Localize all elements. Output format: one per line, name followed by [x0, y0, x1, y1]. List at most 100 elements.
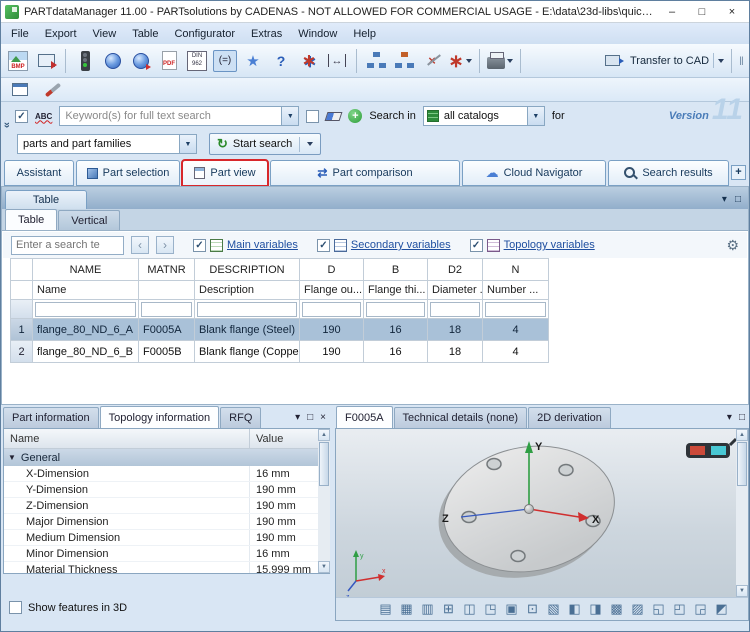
menu-item[interactable]: Configurator — [166, 23, 243, 44]
group-row-general[interactable]: ▼ General — [4, 449, 329, 466]
print-3d-button[interactable] — [487, 48, 513, 74]
main-variables-checkbox[interactable]: ✓ — [193, 239, 206, 252]
viewer-tool-icon[interactable]: ▩ — [607, 600, 626, 619]
start-search-button[interactable]: ↻ Start search — [209, 133, 321, 155]
panel-menu-icon[interactable]: ▾ — [295, 412, 300, 423]
panel-close-icon[interactable]: × — [320, 412, 326, 423]
menu-item[interactable]: Help — [345, 23, 384, 44]
topology-row[interactable]: X-Dimension 16 mm — [4, 466, 329, 482]
standards-button[interactable]: DIN 962 — [185, 48, 209, 74]
status-traffic-light-button[interactable] — [73, 48, 97, 74]
cell-d[interactable]: 190 — [300, 341, 364, 363]
add-search-condition-button[interactable]: + — [348, 109, 362, 123]
column-header[interactable]: NAME — [33, 259, 139, 281]
menu-item[interactable]: Window — [290, 23, 345, 44]
column-header[interactable]: D2 — [428, 259, 483, 281]
cell-b[interactable]: 16 — [364, 319, 428, 341]
cell-d2[interactable]: 18 — [428, 341, 483, 363]
project-structure-button[interactable] — [364, 48, 388, 74]
topology-row[interactable]: Material Thickness 15.999 mm — [4, 562, 329, 573]
column-filter-input[interactable] — [35, 302, 136, 317]
help-button[interactable]: ? — [269, 48, 293, 74]
row-number-cell[interactable]: 2 — [11, 341, 33, 363]
topology-row[interactable]: Major Dimension 190 mm — [4, 514, 329, 530]
viewer-tool-icon[interactable]: ▧ — [544, 600, 563, 619]
menu-item[interactable]: Export — [37, 23, 85, 44]
scroll-down-icon[interactable]: ▼ — [318, 561, 330, 573]
show-features-checkbox[interactable] — [9, 601, 22, 614]
panel-maximize-icon[interactable]: □ — [307, 412, 313, 423]
viewer-tool-icon[interactable]: ◱ — [649, 600, 668, 619]
subtab-vertical[interactable]: Vertical — [58, 210, 120, 230]
tab-part-number[interactable]: F0005A — [336, 406, 393, 428]
topology-scrollbar[interactable]: ▲ ▼ — [318, 429, 330, 573]
tab-rfq[interactable]: RFQ — [220, 407, 261, 428]
catalog-dropdown-button[interactable]: ▼ — [527, 107, 544, 125]
column-header[interactable]: MATNR — [139, 259, 195, 281]
eraser-icon[interactable] — [325, 112, 343, 121]
viewer-tool-icon[interactable]: ◨ — [586, 600, 605, 619]
add-tab-button[interactable]: + — [731, 165, 746, 180]
search-scope-combo[interactable]: parts and part families ▼ — [17, 134, 197, 154]
viewer-tool-icon[interactable]: ▨ — [628, 600, 647, 619]
column-filter-input[interactable] — [485, 302, 546, 317]
viewer-tool-icon[interactable]: ⊡ — [523, 600, 542, 619]
viewer-tool-icon[interactable]: ▣ — [502, 600, 521, 619]
column-header[interactable]: DESCRIPTION — [195, 259, 300, 281]
viewer-tool-icon[interactable]: ◲ — [691, 600, 710, 619]
tab-part-comparison[interactable]: ⇄ Part comparison — [270, 160, 460, 186]
viewport-3d[interactable]: Y X Z — [336, 429, 736, 597]
topology-variables-checkbox[interactable]: ✓ — [470, 239, 483, 252]
scroll-thumb[interactable] — [319, 442, 329, 486]
keyword-search-combo[interactable]: Keyword(s) for full text search ▼ — [59, 106, 299, 126]
toolbar-grip[interactable]: ‖ — [739, 54, 744, 68]
panel-maximize-icon[interactable]: □ — [739, 412, 745, 423]
cell-d2[interactable]: 18 — [428, 319, 483, 341]
tab-cloud-navigator[interactable]: ☁ Cloud Navigator — [462, 160, 606, 186]
cell-matnr[interactable]: F0005B — [139, 341, 195, 363]
cell-name[interactable]: flange_80_ND_6_A — [33, 319, 139, 341]
gear-icon[interactable]: ⚙ — [726, 237, 739, 254]
prev-match-button[interactable]: ‹ — [131, 236, 149, 254]
topology-row[interactable]: Z-Dimension 190 mm — [4, 498, 329, 514]
secondary-variables-link[interactable]: Secondary variables — [351, 239, 451, 251]
anaglyph-glasses-icon[interactable] — [686, 439, 736, 458]
menu-item[interactable]: Extras — [243, 23, 290, 44]
viewer-tool-icon[interactable]: ◫ — [460, 600, 479, 619]
column-filter-input[interactable] — [366, 302, 425, 317]
cell-n[interactable]: 4 — [483, 341, 549, 363]
new-window-button[interactable] — [8, 77, 32, 103]
remove-link-button[interactable]: × — [420, 48, 444, 74]
viewer-tool-icon[interactable]: ◩ — [712, 600, 731, 619]
cell-b[interactable]: 16 — [364, 341, 428, 363]
viewer-tool-icon[interactable]: ◧ — [565, 600, 584, 619]
catalog-combo[interactable]: all catalogs ▼ — [423, 106, 545, 126]
tab-part-information[interactable]: Part information — [3, 407, 99, 428]
search-panel-collapse[interactable]: « — [1, 111, 14, 139]
scope-dropdown-button[interactable]: ▼ — [179, 135, 196, 153]
cell-matnr[interactable]: F0005A — [139, 319, 195, 341]
link-parts-button[interactable]: ∗ — [297, 48, 321, 74]
scroll-up-icon[interactable]: ▲ — [736, 429, 748, 441]
menu-item[interactable]: File — [3, 23, 37, 44]
catalog-update-button[interactable] — [129, 48, 153, 74]
tab-search-results[interactable]: Search results — [608, 160, 729, 186]
column-header[interactable]: N — [483, 259, 549, 281]
column-filter-input[interactable] — [141, 302, 192, 317]
keyword-dropdown-button[interactable]: ▼ — [281, 107, 298, 125]
viewer-tool-icon[interactable]: ▤ — [376, 600, 395, 619]
main-variables-link[interactable]: Main variables — [227, 239, 298, 251]
transfer-to-cad-button[interactable]: Transfer to CAD — [605, 48, 724, 74]
fulltext-checkbox[interactable]: ✓ — [15, 110, 28, 123]
secondary-variables-checkbox[interactable]: ✓ — [317, 239, 330, 252]
panel-maximize-icon[interactable]: □ — [735, 194, 741, 205]
online-catalog-button[interactable] — [101, 48, 125, 74]
cell-description[interactable]: Blank flange (Steel) — [195, 319, 300, 341]
topology-row[interactable]: Medium Dimension 190 mm — [4, 530, 329, 546]
filter-checkbox[interactable] — [306, 110, 319, 123]
tab-assistant[interactable]: Assistant — [4, 160, 74, 186]
close-button[interactable]: × — [719, 3, 745, 20]
table-search-input[interactable] — [11, 236, 124, 255]
maximize-button[interactable]: □ — [689, 3, 715, 20]
viewer-tool-icon[interactable]: ▦ — [397, 600, 416, 619]
